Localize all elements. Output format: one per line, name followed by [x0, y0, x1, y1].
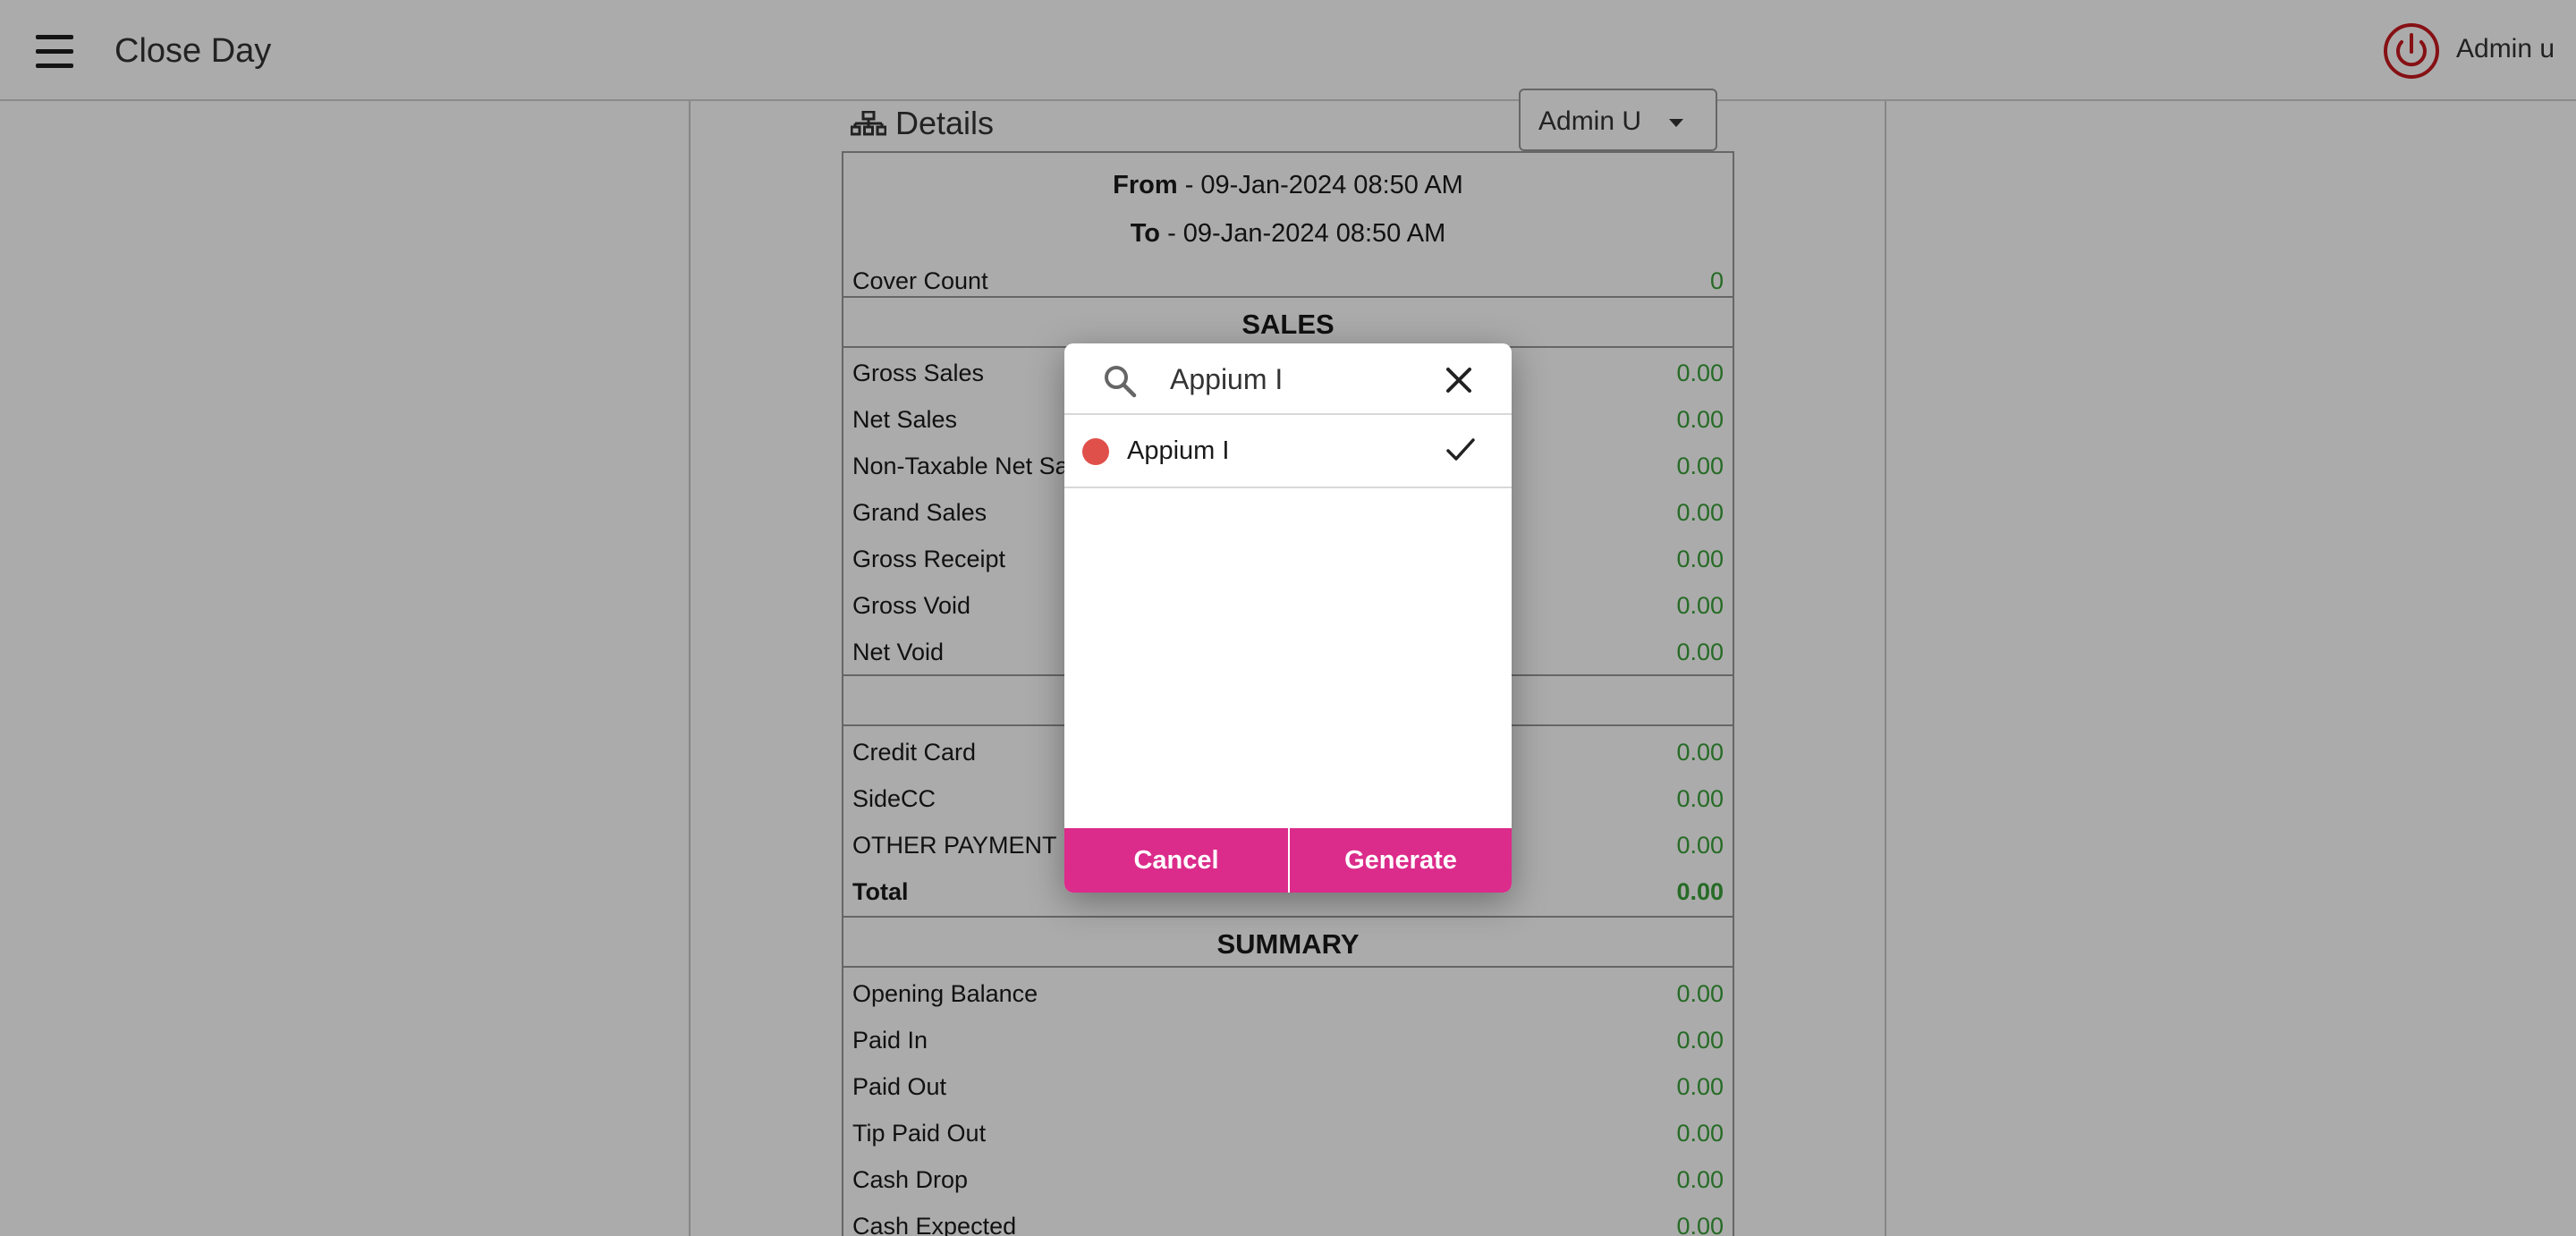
- search-input[interactable]: [1170, 360, 1438, 399]
- status-dot: [1082, 438, 1109, 465]
- checkmark-icon: [1446, 438, 1475, 461]
- cancel-button[interactable]: Cancel: [1064, 828, 1288, 893]
- option-label: Appium I: [1127, 436, 1230, 465]
- search-icon: [1105, 366, 1137, 398]
- generate-button[interactable]: Generate: [1290, 828, 1512, 893]
- user-select-dialog: Appium I Cancel Generate: [1064, 343, 1512, 893]
- close-icon[interactable]: [1444, 365, 1474, 395]
- search-bar: [1064, 343, 1512, 415]
- list-item[interactable]: Appium I: [1064, 415, 1512, 488]
